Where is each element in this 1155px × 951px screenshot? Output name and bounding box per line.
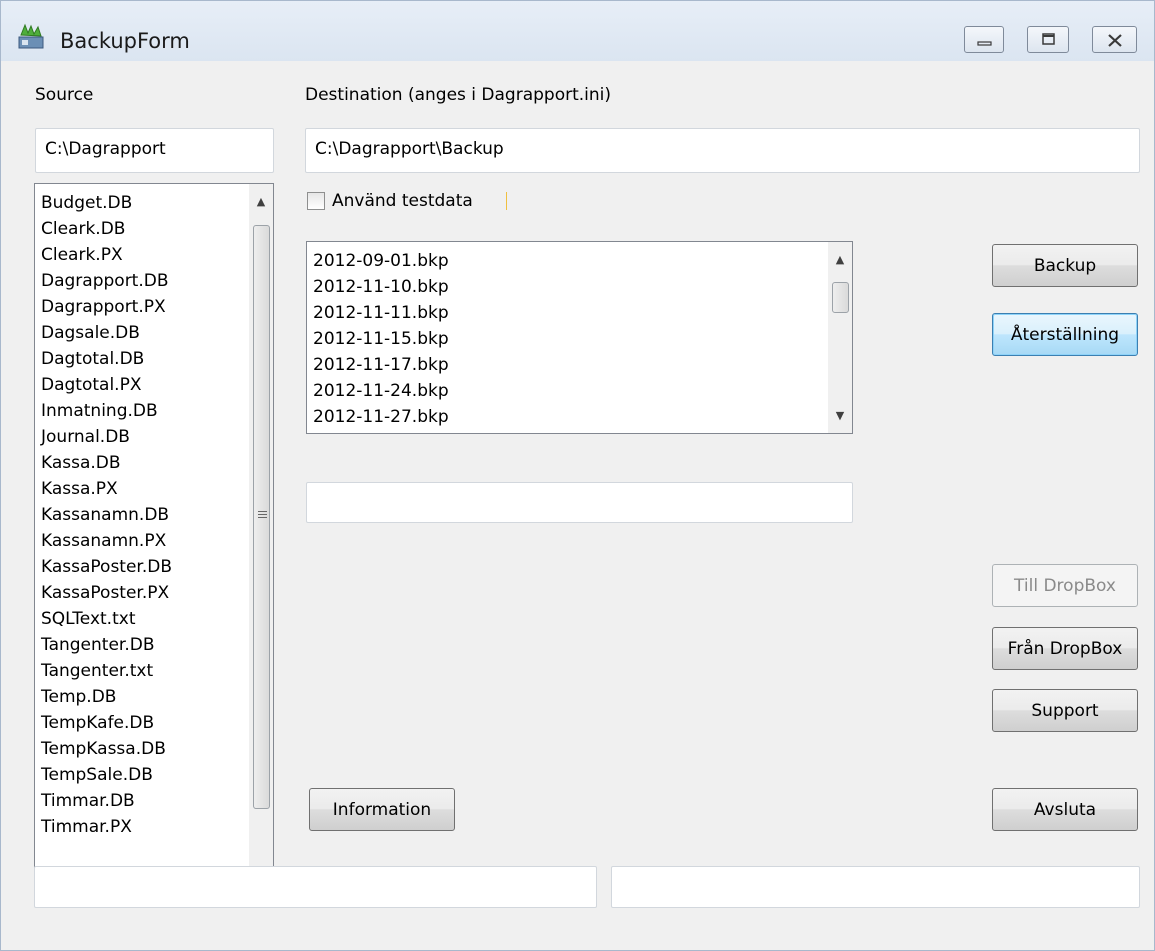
source-label: Source bbox=[35, 85, 94, 105]
maximize-button[interactable] bbox=[1027, 26, 1069, 53]
source-file-item[interactable]: Cleark.PX bbox=[41, 242, 172, 268]
source-file-item[interactable]: Kassanamn.DB bbox=[41, 502, 172, 528]
source-file-item[interactable]: Kassanamn.PX bbox=[41, 528, 172, 554]
source-file-item[interactable]: Dagtotal.PX bbox=[41, 372, 172, 398]
source-file-item[interactable]: TempKassa.DB bbox=[41, 736, 172, 762]
source-file-item[interactable]: Tangenter.DB bbox=[41, 632, 172, 658]
source-file-item[interactable]: TempSale.DB bbox=[41, 762, 172, 788]
form-client-area: Source Destination (anges i Dagrapport.i… bbox=[1, 61, 1154, 950]
backup-file-item[interactable]: 2012-09-01.bkp bbox=[313, 248, 449, 274]
backup-file-item[interactable]: 2012-11-17.bkp bbox=[313, 352, 449, 378]
source-file-item[interactable]: Cleark.DB bbox=[41, 216, 172, 242]
source-file-item[interactable]: KassaPoster.PX bbox=[41, 580, 172, 606]
status-field-left[interactable] bbox=[34, 866, 597, 908]
grip-line bbox=[258, 511, 267, 512]
source-file-item[interactable]: Temp.DB bbox=[41, 684, 172, 710]
information-button[interactable]: Information bbox=[309, 788, 455, 831]
to-dropbox-button[interactable]: Till DropBox bbox=[992, 564, 1138, 607]
source-file-item[interactable]: Timmar.PX bbox=[41, 814, 172, 840]
source-path-value: C:\Dagrapport bbox=[45, 139, 166, 159]
backup-file-item[interactable]: 2012-11-27.bkp bbox=[313, 404, 449, 430]
destination-label: Destination (anges i Dagrapport.ini) bbox=[305, 85, 612, 105]
use-testdata-label[interactable]: Använd testdata bbox=[332, 191, 473, 211]
minimize-button[interactable] bbox=[964, 26, 1004, 53]
scroll-up-arrow-icon[interactable]: ▲ bbox=[249, 190, 273, 214]
source-file-item[interactable]: Dagrapport.DB bbox=[41, 268, 172, 294]
source-file-item[interactable]: Dagrapport.PX bbox=[41, 294, 172, 320]
exit-button[interactable]: Avsluta bbox=[992, 788, 1138, 831]
use-testdata-checkbox[interactable] bbox=[307, 192, 325, 210]
backup-app-icon bbox=[18, 23, 44, 49]
scroll-up-arrow-icon[interactable]: ▲ bbox=[828, 248, 852, 272]
backup-file-list[interactable]: 2012-09-01.bkp 2012-11-10.bkp 2012-11-11.b… bbox=[306, 241, 853, 434]
backup-file-item[interactable]: 2012-11-24.bkp bbox=[313, 378, 449, 404]
destination-path-value: C:\Dagrapport\Backup bbox=[315, 139, 504, 159]
scroll-thumb[interactable] bbox=[253, 225, 270, 809]
backup-file-item[interactable]: 2012-11-15.bkp bbox=[313, 326, 449, 352]
source-file-item[interactable]: Dagsale.DB bbox=[41, 320, 172, 346]
restore-button[interactable]: Återställning bbox=[992, 313, 1138, 356]
backup-button[interactable]: Backup bbox=[992, 244, 1138, 287]
source-file-items: Budget.DB Cleark.DB Cleark.PX Dagrapport.DB… bbox=[41, 190, 172, 840]
source-file-item[interactable]: SQLText.txt bbox=[41, 606, 172, 632]
destination-path-field[interactable]: C:\Dagrapport\Backup bbox=[305, 128, 1140, 173]
source-file-item[interactable]: Journal.DB bbox=[41, 424, 172, 450]
source-list-scrollbar[interactable]: ▲ ▼ bbox=[249, 184, 273, 893]
close-button[interactable] bbox=[1092, 26, 1137, 53]
support-button[interactable]: Support bbox=[992, 689, 1138, 732]
backup-form-window: BackupForm Source Destination (anges i D… bbox=[0, 0, 1155, 951]
source-path-field[interactable]: C:\Dagrapport bbox=[35, 128, 274, 173]
grip-line bbox=[258, 517, 267, 518]
backup-list-scrollbar[interactable]: ▲ ▼ bbox=[828, 242, 852, 433]
from-dropbox-button[interactable]: Från DropBox bbox=[992, 627, 1138, 670]
backup-file-item[interactable]: 2012-11-10.bkp bbox=[313, 274, 449, 300]
source-file-item[interactable]: Tangenter.txt bbox=[41, 658, 172, 684]
text-caret bbox=[506, 192, 507, 210]
status-field-right[interactable] bbox=[611, 866, 1140, 908]
window-title: BackupForm bbox=[60, 29, 190, 53]
source-file-item[interactable]: Budget.DB bbox=[41, 190, 172, 216]
source-file-item[interactable]: Kassa.PX bbox=[41, 476, 172, 502]
backup-file-item[interactable]: 2012-11-11.bkp bbox=[313, 300, 449, 326]
source-file-item[interactable]: TempKafe.DB bbox=[41, 710, 172, 736]
source-file-item[interactable]: Dagtotal.DB bbox=[41, 346, 172, 372]
status-field[interactable] bbox=[306, 482, 853, 523]
source-file-item[interactable]: Kassa.DB bbox=[41, 450, 172, 476]
scroll-thumb[interactable] bbox=[832, 282, 849, 313]
backup-file-items: 2012-09-01.bkp 2012-11-10.bkp 2012-11-11.b… bbox=[313, 248, 449, 430]
grip-line bbox=[258, 514, 267, 515]
maximize-icon bbox=[1042, 33, 1055, 45]
source-file-list[interactable]: Budget.DB Cleark.DB Cleark.PX Dagrapport.DB… bbox=[34, 183, 274, 894]
source-file-item[interactable]: KassaPoster.DB bbox=[41, 554, 172, 580]
scroll-down-arrow-icon[interactable]: ▼ bbox=[828, 404, 852, 428]
close-icon bbox=[1108, 34, 1122, 47]
source-file-item[interactable]: Inmatning.DB bbox=[41, 398, 172, 424]
source-file-item[interactable]: Timmar.DB bbox=[41, 788, 172, 814]
minimize-icon bbox=[977, 41, 992, 46]
title-bar[interactable]: BackupForm bbox=[1, 1, 1154, 61]
